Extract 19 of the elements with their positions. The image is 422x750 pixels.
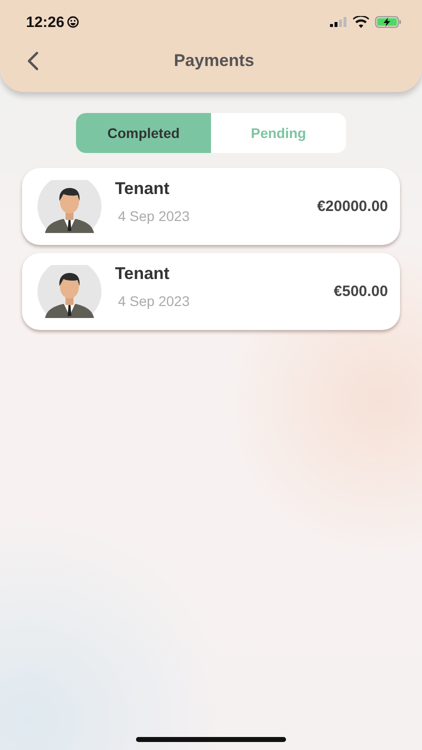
wifi-icon bbox=[353, 16, 369, 28]
screen-title: Payments bbox=[174, 51, 254, 71]
avatar-icon bbox=[37, 180, 102, 233]
payment-card[interactable]: Tenant 4 Sep 2023 €20000.00 bbox=[22, 168, 400, 245]
payment-date: 4 Sep 2023 bbox=[118, 293, 191, 309]
back-button[interactable] bbox=[26, 50, 40, 72]
avatar-icon bbox=[37, 265, 102, 318]
payment-card[interactable]: Tenant 4 Sep 2023 €500.00 bbox=[22, 253, 400, 330]
signal-icon bbox=[330, 17, 347, 27]
payment-amount: €20000.00 bbox=[317, 198, 388, 215]
status-time: 12:26 bbox=[26, 14, 64, 30]
payment-date: 4 Sep 2023 bbox=[118, 208, 191, 224]
smiley-icon bbox=[67, 16, 80, 28]
payment-amount: €500.00 bbox=[334, 283, 388, 300]
chevron-left-icon bbox=[26, 50, 40, 72]
battery-charging-icon bbox=[375, 16, 402, 28]
tab[interactable]: Completed bbox=[76, 113, 211, 153]
payer-name: Tenant bbox=[115, 179, 170, 199]
payer-name: Tenant bbox=[115, 264, 170, 284]
